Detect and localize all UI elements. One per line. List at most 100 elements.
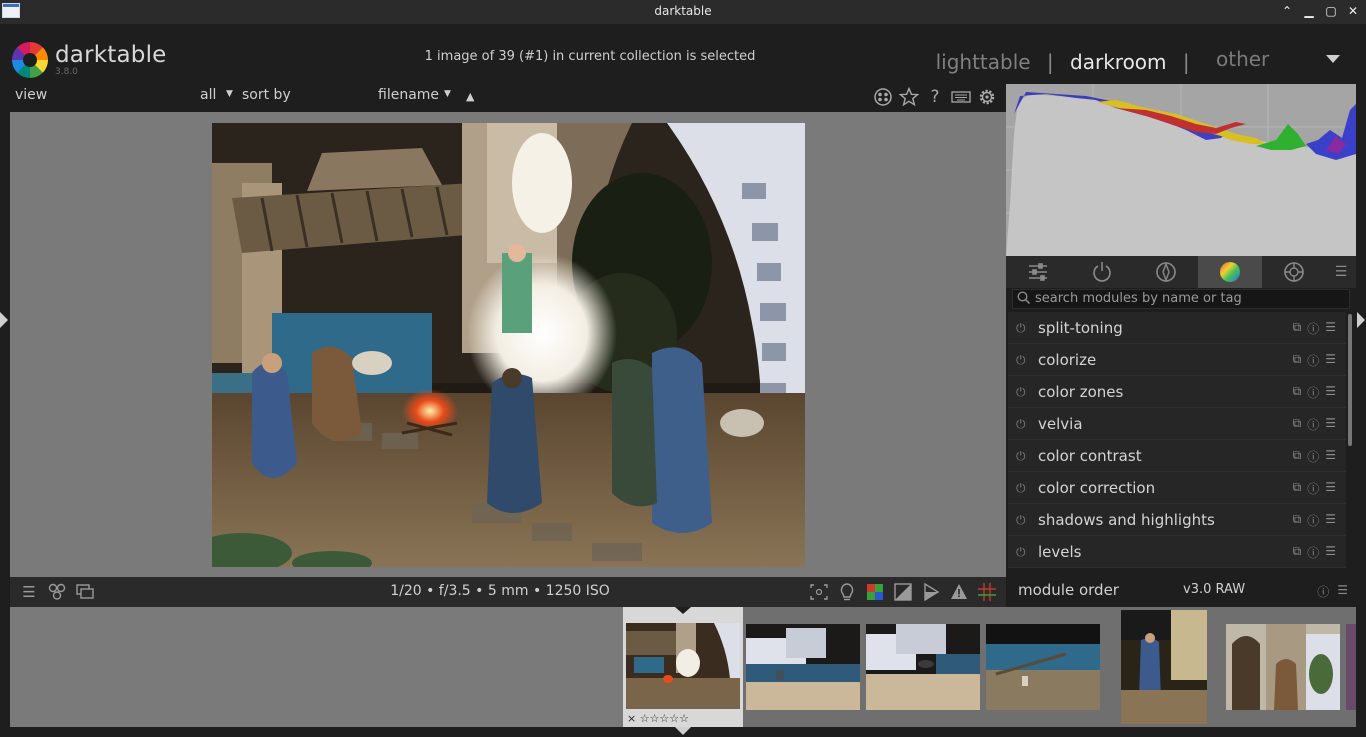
module-levels[interactable]: ⏻ levels ⧉ ⓘ ☰ [1008, 536, 1346, 568]
reset-icon[interactable]: ⓘ [1307, 352, 1319, 369]
presets-icon[interactable]: ☰ [1337, 583, 1348, 600]
presets-icon[interactable]: ☰ [1325, 480, 1336, 497]
presets-icon[interactable]: ☰ [1325, 512, 1336, 529]
toolbar-icons: ? [872, 87, 998, 107]
view-darkroom[interactable]: darkroom [1070, 50, 1167, 74]
module-icons: ⧉ ⓘ ☰ [1293, 384, 1336, 401]
module-search-input[interactable]: search modules by name or tag [1012, 289, 1350, 309]
star-icon[interactable] [898, 87, 920, 107]
power-icon[interactable] [1070, 256, 1134, 288]
reset-icon[interactable]: ⓘ [1307, 544, 1319, 561]
power-icon[interactable]: ⏻ [1016, 321, 1026, 336]
presets-menu-icon[interactable]: ☰ [1326, 256, 1356, 288]
window-title: darktable [654, 4, 712, 18]
power-icon[interactable]: ⏻ [1016, 449, 1026, 464]
help-icon[interactable]: ? [924, 87, 946, 107]
multi-instance-icon[interactable]: ⧉ [1293, 320, 1302, 337]
reset-icon[interactable]: ⓘ [1307, 512, 1319, 529]
power-icon[interactable]: ⏻ [1016, 353, 1026, 368]
filmstrip-thumbnail[interactable] [1223, 607, 1343, 727]
raw-overexposed-icon[interactable] [864, 582, 886, 602]
filmstrip-thumbnail[interactable]: × ☆☆☆☆☆ [623, 607, 743, 727]
color-group-icon[interactable] [1198, 256, 1262, 288]
collapse-bottom-panel-arrow-icon[interactable] [675, 727, 691, 735]
darkroom-center-view[interactable] [10, 112, 1006, 577]
presets-icon[interactable]: ☰ [1325, 352, 1336, 369]
view-other-dropdown[interactable]: other [1206, 38, 1346, 78]
softproof-icon[interactable] [920, 582, 942, 602]
multi-instance-icon[interactable]: ⧉ [1293, 544, 1302, 561]
multi-instance-icon[interactable]: ⧉ [1293, 352, 1302, 369]
reset-icon[interactable]: ⓘ [1307, 448, 1319, 465]
thumbnail-rating[interactable]: × ☆☆☆☆☆ [627, 712, 689, 725]
module-name: shadows and highlights [1038, 511, 1215, 529]
multi-instance-icon[interactable]: ⧉ [1293, 416, 1302, 433]
filmstrip-thumbnail[interactable] [983, 607, 1103, 727]
presets-icon[interactable]: ☰ [1325, 544, 1336, 561]
collapse-right-panel-arrow-icon[interactable] [1357, 312, 1365, 328]
rating-filter-select[interactable]: all [200, 87, 216, 103]
module-color-correction[interactable]: ⏻ color correction ⧉ ⓘ ☰ [1008, 472, 1346, 504]
reset-icon[interactable]: ⓘ [1307, 320, 1319, 337]
module-icons: ⧉ ⓘ ☰ [1293, 480, 1336, 497]
presets-icon[interactable]: ☰ [1325, 320, 1336, 337]
module-colorize[interactable]: ⏻ colorize ⧉ ⓘ ☰ [1008, 344, 1346, 376]
filmstrip-thumbnail[interactable] [1343, 607, 1356, 727]
quick-access-panel-icon[interactable] [1006, 256, 1070, 288]
presets-icon[interactable]: ☰ [1325, 384, 1336, 401]
module-icons: ⧉ ⓘ ☰ [1293, 416, 1336, 433]
styles-icon[interactable] [46, 582, 68, 602]
collapse-left-panel-arrow-icon[interactable] [0, 312, 8, 328]
restore-icon[interactable]: ⌃ [1278, 2, 1296, 20]
guides-icon[interactable] [976, 582, 998, 602]
presets-icon[interactable]: ☰ [1325, 416, 1336, 433]
gear-icon[interactable] [976, 87, 998, 107]
technical-group-icon[interactable] [1134, 256, 1198, 288]
power-icon[interactable]: ⏻ [1016, 417, 1026, 432]
presets-icon[interactable]: ☰ [1325, 448, 1336, 465]
module-velvia[interactable]: ⏻ velvia ⧉ ⓘ ☰ [1008, 408, 1346, 440]
filmstrip-thumbnail[interactable] [743, 607, 863, 727]
sort-direction-button[interactable]: ▲ [466, 90, 474, 103]
module-split-toning[interactable]: ⏻ split-toning ⧉ ⓘ ☰ [1008, 312, 1346, 344]
focus-peaking-icon[interactable] [808, 582, 830, 602]
module-list-scrollbar[interactable] [1348, 314, 1352, 446]
multi-instance-icon[interactable]: ⧉ [1293, 448, 1302, 465]
maximize-button[interactable]: ▢ [1322, 2, 1340, 20]
color-assessment-icon[interactable] [836, 582, 858, 602]
view-switcher: lighttable | darkroom | other [936, 46, 1346, 74]
multi-instance-icon[interactable]: ⧉ [1293, 512, 1302, 529]
gamut-check-icon[interactable] [948, 582, 970, 602]
module-name: color zones [1038, 383, 1124, 401]
multi-instance-icon[interactable]: ⧉ [1293, 480, 1302, 497]
color-labels-icon[interactable] [872, 87, 894, 107]
effects-group-icon[interactable] [1262, 256, 1326, 288]
filmstrip-thumbnail[interactable] [1103, 607, 1223, 727]
main-image[interactable] [212, 123, 805, 567]
histogram[interactable] [1006, 84, 1356, 256]
second-window-icon[interactable] [74, 582, 96, 602]
multi-instance-icon[interactable]: ⧉ [1293, 384, 1302, 401]
power-icon[interactable]: ⏻ [1016, 513, 1026, 528]
keyboard-icon[interactable] [950, 87, 972, 107]
power-icon[interactable]: ⏻ [1016, 481, 1026, 496]
reset-icon[interactable]: ⓘ [1307, 384, 1319, 401]
module-order[interactable]: module order v3.0 RAW ⓘ ☰ [1006, 576, 1356, 606]
reset-icon[interactable]: ⓘ [1307, 416, 1319, 433]
chevron-down-icon: ▼ [444, 89, 451, 99]
close-button[interactable]: ✕ [1344, 2, 1362, 20]
filmstrip-thumbnail[interactable] [863, 607, 983, 727]
sort-field-select[interactable]: filename [378, 87, 439, 103]
view-lighttable[interactable]: lighttable [936, 50, 1031, 74]
module-color-zones[interactable]: ⏻ color zones ⧉ ⓘ ☰ [1008, 376, 1346, 408]
clipping-indicator-icon[interactable] [892, 582, 914, 602]
filmstrip[interactable]: × ☆☆☆☆☆ [10, 607, 1356, 727]
module-color-contrast[interactable]: ⏻ color contrast ⧉ ⓘ ☰ [1008, 440, 1346, 472]
module-shadows-and-highlights[interactable]: ⏻ shadows and highlights ⧉ ⓘ ☰ [1008, 504, 1346, 536]
quick-access-menu-icon[interactable]: ☰ [18, 582, 40, 602]
power-icon[interactable]: ⏻ [1016, 385, 1026, 400]
power-icon[interactable]: ⏻ [1016, 545, 1026, 560]
reset-icon[interactable]: ⓘ [1307, 480, 1319, 497]
minimize-button[interactable]: ▁ [1300, 2, 1318, 20]
reset-icon[interactable]: ⓘ [1317, 583, 1329, 600]
